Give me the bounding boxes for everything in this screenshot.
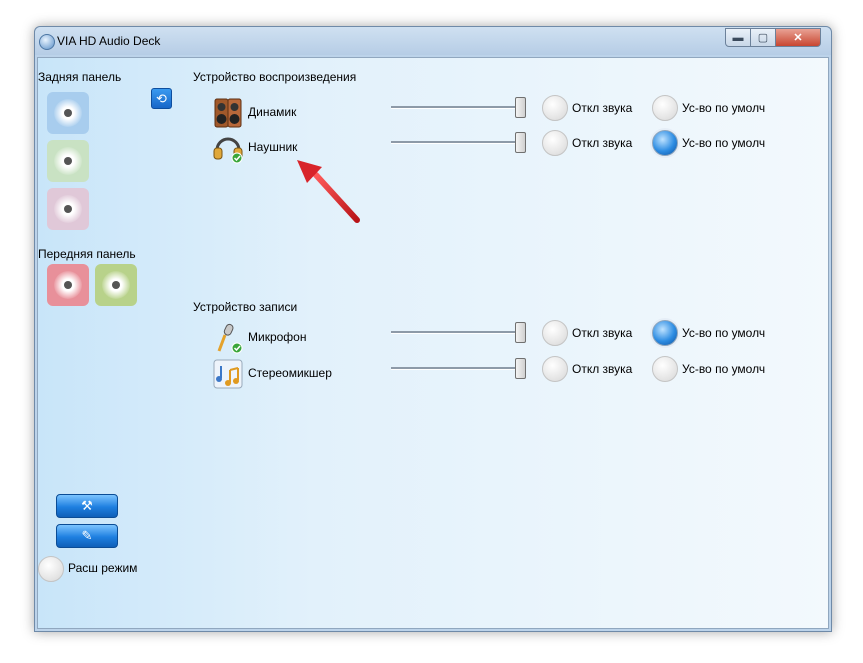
annotation-arrow [297,160,360,223]
